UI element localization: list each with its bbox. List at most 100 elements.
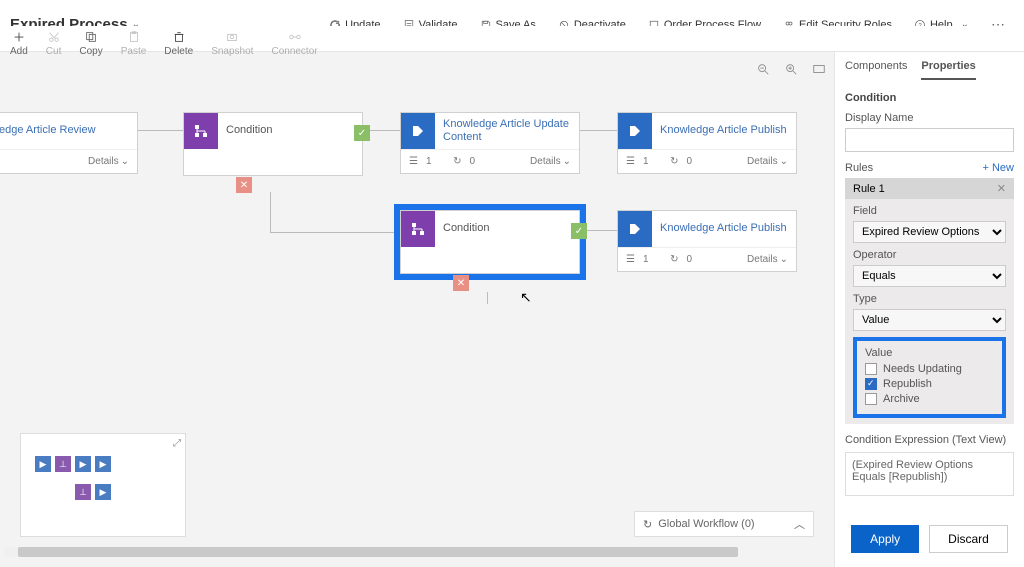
connector-line — [270, 192, 271, 232]
chevron-down-icon: ⌄ — [563, 156, 571, 167]
details-toggle[interactable]: Details⌄ — [88, 156, 129, 167]
stage-icon — [618, 113, 652, 149]
refresh-icon: ↻ — [670, 156, 678, 167]
close-icon: ✕ — [453, 275, 469, 291]
camera-icon — [225, 30, 239, 44]
global-workflow-label: Global Workflow (0) — [658, 518, 754, 530]
details-toggle[interactable]: Details⌄ — [530, 156, 571, 167]
details-toggle[interactable]: Details⌄ — [747, 156, 788, 167]
new-rule-link[interactable]: + New — [983, 162, 1015, 174]
rules-label: Rules — [845, 162, 873, 174]
type-select[interactable]: Value — [853, 309, 1006, 331]
display-name-label: Display Name — [845, 112, 1014, 124]
global-workflow-bar[interactable]: ↻ Global Workflow (0) ︿ — [634, 511, 814, 537]
connector-line — [487, 292, 488, 304]
condition-node-selected[interactable]: Condition ✓ ✕ — [400, 210, 580, 274]
node-title: Knowledge Article Update Content — [435, 118, 579, 144]
stage-node-publish[interactable]: Knowledge Article Publish ☰1 ↻0 Details⌄ — [617, 112, 797, 174]
checkbox-archive[interactable]: Archive — [865, 393, 994, 405]
checkbox-needs-updating[interactable]: Needs Updating — [865, 363, 994, 375]
checkbox-republish[interactable]: Republish — [865, 378, 994, 390]
panel-body: Condition Display Name Rules + New Rule … — [835, 80, 1024, 525]
chevron-down-icon: ⌄ — [780, 254, 788, 265]
display-name-input[interactable] — [845, 128, 1014, 152]
mini-stage-icon: ▶ — [95, 484, 111, 500]
close-icon: ✕ — [236, 177, 252, 193]
rule-header[interactable]: Rule 1 ✕ — [845, 178, 1014, 199]
chevron-down-icon: ⌄ — [780, 156, 788, 167]
stage-node-publish-2[interactable]: Knowledge Article Publish ☰1 ↻0 Details⌄ — [617, 210, 797, 272]
chevron-up-icon: ︿ — [794, 516, 805, 532]
tab-components[interactable]: Components — [845, 60, 907, 80]
field-label: Field — [853, 205, 1006, 217]
toolbar: Add Cut Copy Paste Delete Snapshot Conne… — [0, 26, 1024, 52]
refresh-icon: ↻ — [670, 254, 678, 265]
panel-actions: Apply Discard — [835, 519, 1024, 559]
connector-line — [138, 130, 183, 131]
zoom-out-icon[interactable] — [756, 62, 770, 76]
rule-title: Rule 1 — [853, 183, 885, 195]
node-title: Condition — [435, 222, 489, 235]
stage-icon — [401, 113, 435, 149]
mini-condition-icon: ⊥ — [55, 456, 71, 472]
scrollbar-thumb[interactable] — [18, 547, 738, 557]
node-title: Condition — [218, 124, 272, 137]
refresh-icon: ↻ — [453, 156, 461, 167]
details-toggle[interactable]: Details⌄ — [747, 254, 788, 265]
node-title: Knowledge Article Publish — [652, 222, 787, 235]
value-group: Value Needs Updating Republish Archive — [853, 337, 1006, 418]
stage-node-review[interactable]: Knowledge Article Review ↻0 Details⌄ — [0, 112, 138, 174]
expression-label: Condition Expression (Text View) — [845, 434, 1014, 446]
refresh-icon: ↻ — [643, 518, 652, 531]
expand-icon[interactable]: ⤢ — [173, 438, 181, 449]
checkbox-checked-icon — [865, 378, 877, 390]
stage-node-update-content[interactable]: Knowledge Article Update Content ☰1 ↻0 D… — [400, 112, 580, 174]
trash-icon — [172, 30, 186, 44]
horizontal-scrollbar[interactable] — [4, 547, 638, 557]
canvas-tools — [756, 62, 826, 76]
apply-button[interactable]: Apply — [851, 525, 919, 553]
node-title: Knowledge Article Publish — [652, 124, 787, 137]
steps-icon: ☰ — [409, 156, 418, 167]
stage-icon — [618, 211, 652, 247]
panel-tabs: Components Properties — [835, 52, 1024, 80]
operator-select[interactable]: Equals — [853, 265, 1006, 287]
node-title: Knowledge Article Review — [0, 124, 96, 137]
connector-line — [270, 232, 400, 233]
tab-properties[interactable]: Properties — [921, 60, 975, 80]
field-select[interactable]: Expired Review Options — [853, 221, 1006, 243]
mini-stage-icon: ▶ — [75, 456, 91, 472]
check-icon: ✓ — [571, 223, 587, 239]
condition-icon — [401, 211, 435, 247]
mini-condition-icon: ⊥ — [75, 484, 91, 500]
canvas[interactable]: Knowledge Article Review ↻0 Details⌄ Con… — [0, 52, 834, 567]
condition-node[interactable]: Condition ✓ ✕ — [183, 112, 363, 176]
paste-icon — [127, 30, 141, 44]
condition-icon — [184, 113, 218, 149]
scissors-icon — [47, 30, 61, 44]
minimap[interactable]: ⤢ ▶ ⊥ ▶ ▶ ⊥ ▶ — [20, 433, 186, 537]
steps-icon: ☰ — [626, 156, 635, 167]
properties-panel: Components Properties Condition Display … — [834, 52, 1024, 567]
zoom-in-icon[interactable] — [784, 62, 798, 76]
check-icon: ✓ — [354, 125, 370, 141]
operator-label: Operator — [853, 249, 1006, 261]
plus-icon — [12, 30, 26, 44]
discard-button[interactable]: Discard — [929, 525, 1008, 553]
value-label: Value — [865, 347, 994, 359]
checkbox-icon — [865, 363, 877, 375]
expression-text: (Expired Review Options Equals [Republis… — [845, 452, 1014, 496]
connector-line — [580, 130, 617, 131]
checkbox-icon — [865, 393, 877, 405]
type-label: Type — [853, 293, 1006, 305]
mini-stage-icon: ▶ — [35, 456, 51, 472]
chevron-down-icon: ⌄ — [121, 156, 129, 167]
copy-icon — [84, 30, 98, 44]
section-title: Condition — [845, 92, 1014, 104]
fit-icon[interactable] — [812, 62, 826, 76]
rule-fields: Field Expired Review Options Operator Eq… — [845, 199, 1014, 424]
steps-icon: ☰ — [626, 254, 635, 265]
connector-icon — [288, 30, 302, 44]
close-icon[interactable]: ✕ — [997, 182, 1006, 195]
mini-stage-icon: ▶ — [95, 456, 111, 472]
